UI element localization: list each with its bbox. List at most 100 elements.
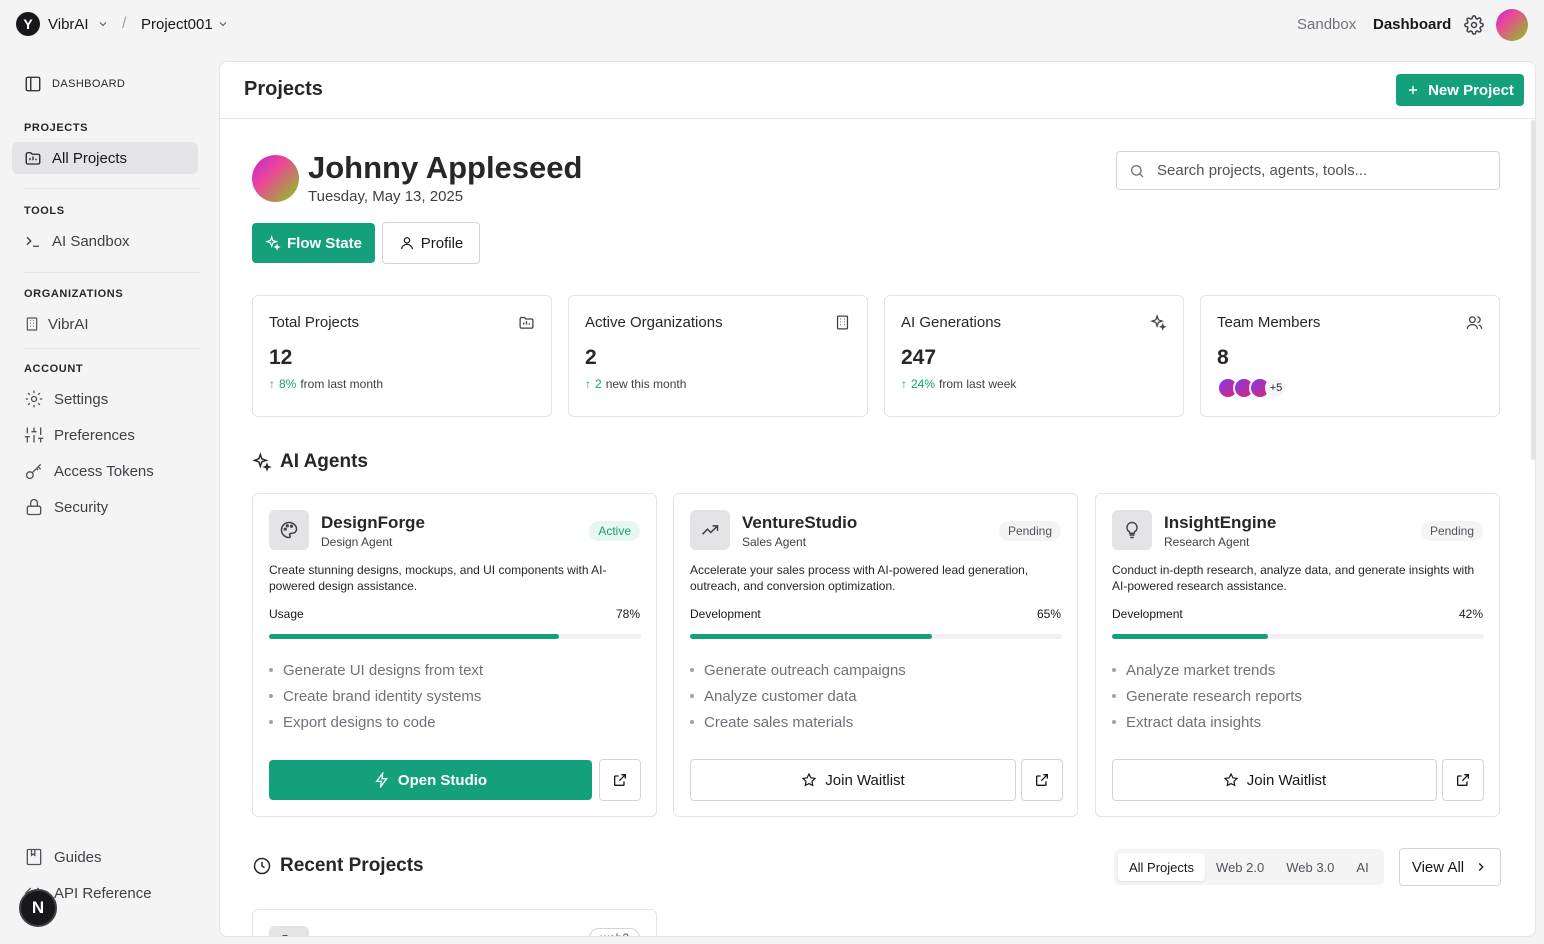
sidebar-item-label: Preferences <box>54 426 135 444</box>
sidebar-item-vibrai[interactable]: VibrAI <box>12 308 198 340</box>
user-avatar[interactable] <box>1496 9 1528 41</box>
stat-label: Total Projects <box>269 314 360 331</box>
palette-icon <box>269 510 309 550</box>
stat-delta: ↑ 8% from last month <box>269 377 383 391</box>
profile-label: Profile <box>420 234 464 252</box>
filter-tab-web3[interactable]: Web 3.0 <box>1275 853 1345 881</box>
sidebar-item-label: AI Sandbox <box>52 232 130 250</box>
nav-sandbox[interactable]: Sandbox <box>1297 16 1356 33</box>
agent-name: InsightEngine <box>1164 513 1277 532</box>
gear-icon[interactable] <box>1464 15 1484 35</box>
sparkles-icon <box>252 452 272 472</box>
join-waitlist-button[interactable]: Join Waitlist <box>690 759 1016 801</box>
stat-label: Active Organizations <box>585 314 723 331</box>
building-icon <box>834 314 851 331</box>
search-input[interactable] <box>1157 162 1477 179</box>
stat-delta-value: 2 <box>595 377 602 391</box>
profile-button[interactable]: Profile <box>382 222 480 264</box>
external-link-button[interactable] <box>1442 759 1484 801</box>
folder-icon <box>24 149 42 167</box>
sidebar: DASHBOARD PROJECTS All Projects TOOLS AI… <box>0 50 218 944</box>
filter-tab-web2[interactable]: Web 2.0 <box>1205 853 1275 881</box>
open-studio-button[interactable]: Open Studio <box>269 760 592 800</box>
stat-delta-text: from last week <box>939 377 1017 391</box>
nav-dashboard[interactable]: Dashboard <box>1373 16 1451 33</box>
sidebar-item-access-tokens[interactable]: Access Tokens <box>12 455 198 487</box>
button-label: Open Studio <box>397 771 488 789</box>
member-avatars[interactable]: +5 <box>1217 377 1287 399</box>
sidebar-item-label: Security <box>54 498 109 516</box>
dev-tools-badge[interactable]: N <box>19 889 57 927</box>
progress-label: Usage <box>269 607 304 621</box>
button-label: Join Waitlist <box>825 771 905 789</box>
top-bar: Y VibrAI / Project001 Sandbox Dashboard <box>0 0 1544 50</box>
chevron-down-icon[interactable] <box>217 18 229 30</box>
building-icon <box>24 316 40 332</box>
filter-tab-ai[interactable]: AI <box>1345 853 1379 881</box>
folder-icon <box>269 926 309 936</box>
button-label: View All <box>1411 858 1465 876</box>
chevron-down-icon[interactable] <box>97 18 109 30</box>
list-item: Analyze market trends <box>1112 657 1302 683</box>
button-label: Join Waitlist <box>1246 771 1327 789</box>
list-item: Create sales materials <box>690 709 906 735</box>
arrow-up-icon: ↑ <box>585 377 591 391</box>
agent-name: VentureStudio <box>742 513 858 532</box>
more-members-count: +5 <box>1265 377 1287 399</box>
new-project-button[interactable]: New Project <box>1396 74 1524 106</box>
list-item: Extract data insights <box>1112 709 1302 735</box>
trending-up-icon <box>690 510 730 550</box>
external-link-icon <box>1034 772 1050 788</box>
progress-bar <box>1112 634 1484 639</box>
progress-value: 78% <box>615 607 640 621</box>
sidebar-item-security[interactable]: Security <box>12 491 198 523</box>
project-switcher-label[interactable]: Project001 <box>141 16 213 33</box>
agent-card-designforge: DesignForge Design Agent Active Create s… <box>252 493 657 817</box>
view-all-button[interactable]: View All <box>1399 848 1501 886</box>
sidebar-item-label: All Projects <box>52 149 128 167</box>
flow-state-label: Flow State <box>286 234 362 252</box>
arrow-up-icon: ↑ <box>901 377 907 391</box>
sidebar-item-label: Access Tokens <box>54 462 154 480</box>
stat-delta: ↑ 2 new this month <box>585 377 686 391</box>
sidebar-item-guides[interactable]: Guides <box>12 841 198 873</box>
stat-value: 2 <box>585 346 597 369</box>
logo[interactable]: Y <box>16 12 40 36</box>
sidebar-item-dashboard[interactable]: DASHBOARD <box>12 68 198 100</box>
search-icon <box>1129 163 1145 179</box>
sidebar-item-ai-sandbox[interactable]: AI Sandbox <box>12 225 198 257</box>
flow-state-button[interactable]: Flow State <box>252 223 375 263</box>
section-title-recent-projects: Recent Projects <box>252 855 424 877</box>
breadcrumb-separator: / <box>122 15 127 32</box>
progress-fill <box>690 634 932 639</box>
sidebar-item-preferences[interactable]: Preferences <box>12 419 198 451</box>
external-link-button[interactable] <box>1021 759 1063 801</box>
section-title-label: Recent Projects <box>280 855 424 876</box>
lock-icon <box>24 497 44 517</box>
divider <box>24 348 200 349</box>
sidebar-item-settings[interactable]: Settings <box>12 383 198 415</box>
org-switcher-label[interactable]: VibrAI <box>48 16 89 33</box>
scrollbar[interactable] <box>1531 120 1535 460</box>
stat-card-active-organizations: Active Organizations 2 ↑ 2 new this mont… <box>568 295 868 417</box>
recent-project-card[interactable]: web2 <box>252 909 657 936</box>
sidebar-item-all-projects[interactable]: All Projects <box>12 142 198 174</box>
list-item: Analyze customer data <box>690 683 906 709</box>
stat-delta-text: new this month <box>605 377 687 391</box>
sparkles-icon <box>265 235 281 251</box>
agent-role: Sales Agent <box>742 535 807 549</box>
filter-tab-all-projects[interactable]: All Projects <box>1118 853 1206 881</box>
external-link-button[interactable] <box>599 759 641 801</box>
list-item: Generate research reports <box>1112 683 1302 709</box>
divider <box>24 272 200 273</box>
main-panel: Projects New Project Johnny Appleseed Tu… <box>219 61 1536 937</box>
divider <box>24 188 200 189</box>
join-waitlist-button[interactable]: Join Waitlist <box>1112 759 1437 801</box>
sidebar-heading-account: ACCOUNT <box>24 363 84 375</box>
search-field[interactable] <box>1116 151 1500 190</box>
stat-delta-value: 24% <box>911 377 936 391</box>
profile-avatar <box>252 155 299 202</box>
progress-label: Development <box>690 607 761 621</box>
external-link-icon <box>612 772 628 788</box>
progress-label: Development <box>1112 607 1183 621</box>
